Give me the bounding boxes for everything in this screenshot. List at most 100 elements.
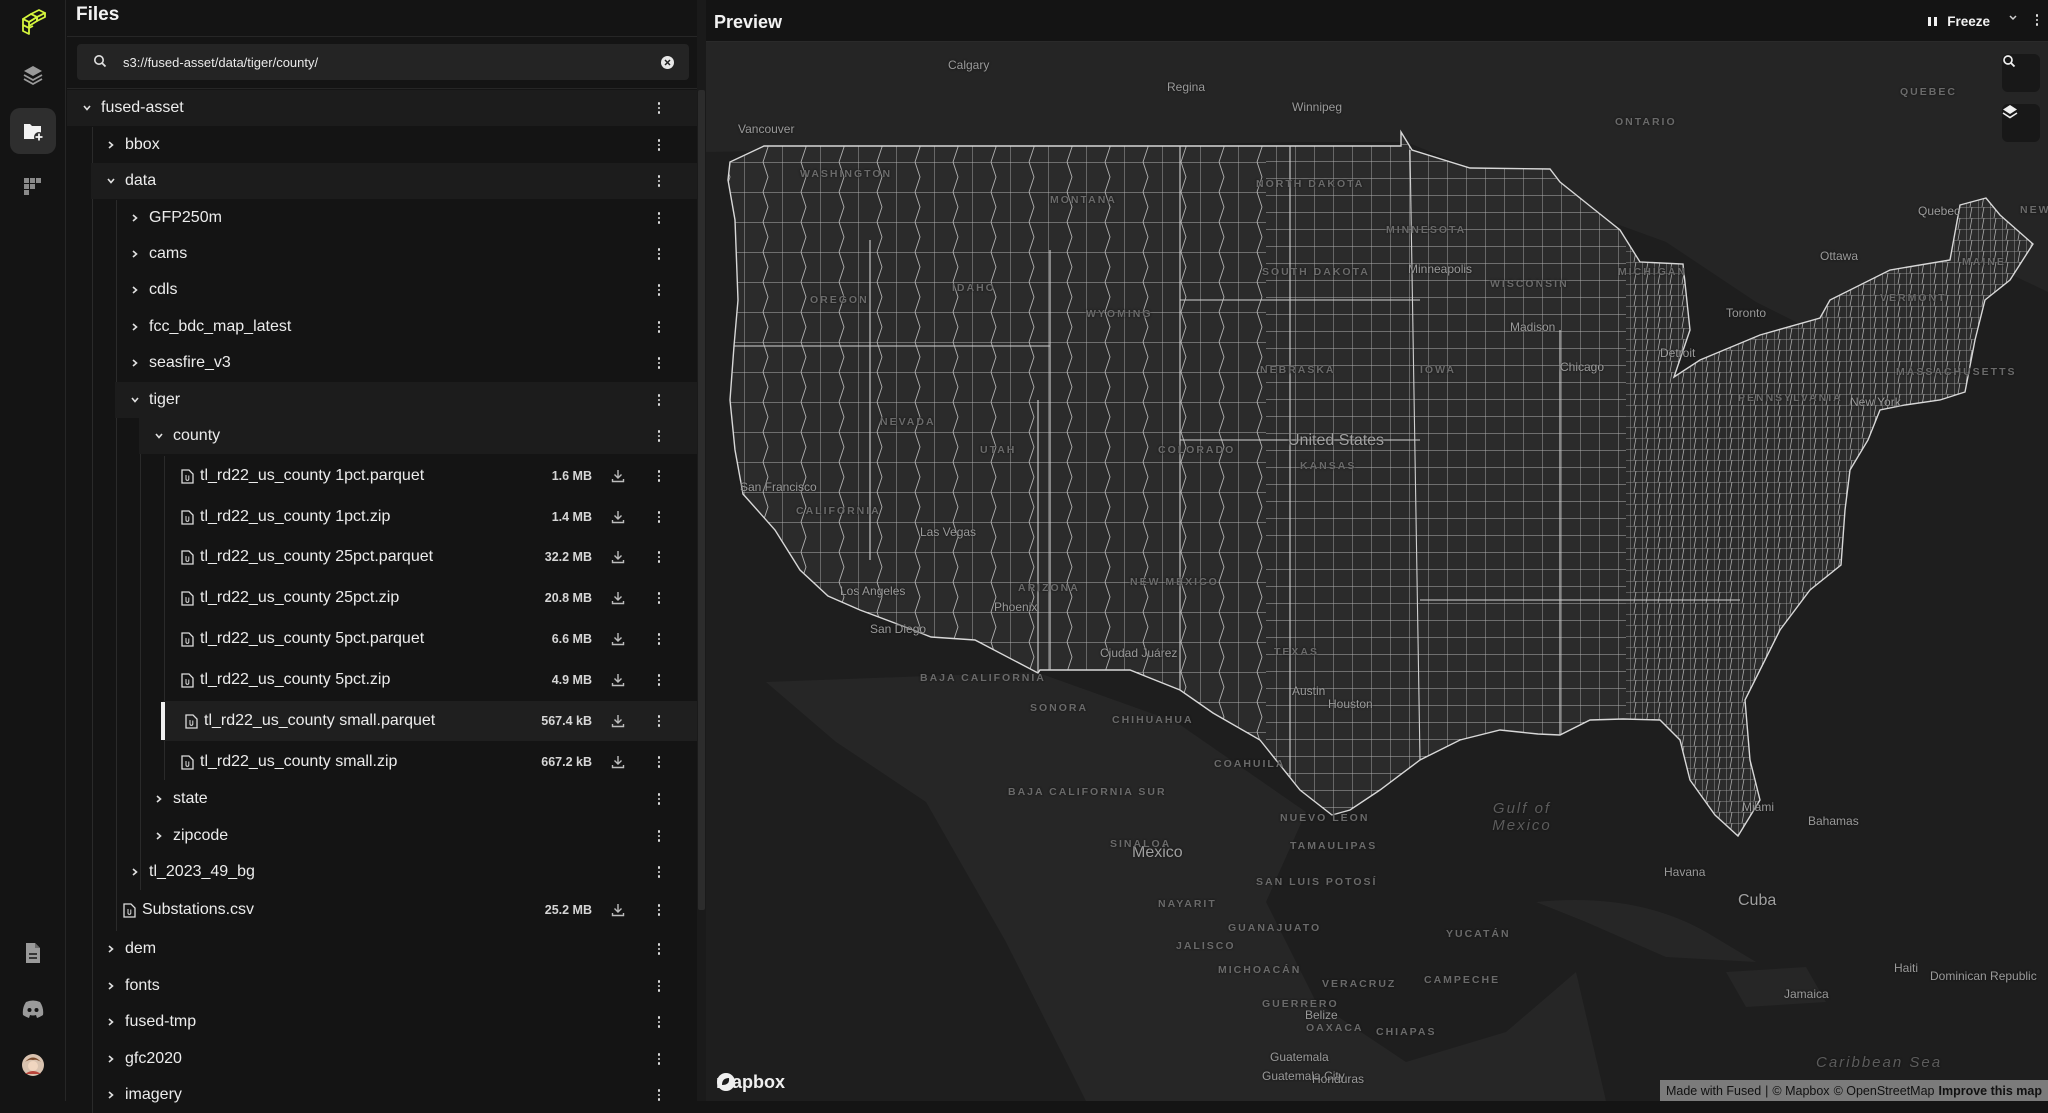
download-icon[interactable] [611,550,625,569]
row-menu-button[interactable] [651,355,667,371]
file-row[interactable]: tl_rd22_us_county small.parquet 567.4 kB [67,701,697,741]
folder-row[interactable]: dem [67,931,697,967]
rail-discord-button[interactable] [10,986,56,1032]
download-icon[interactable] [611,755,625,774]
row-menu-button[interactable] [651,173,667,189]
folder-row[interactable]: fused-tmp [67,1004,697,1040]
chevron-right-icon[interactable] [105,1053,117,1065]
folder-row[interactable]: cdls [67,272,697,308]
improve-map-link[interactable]: Improve this map [1939,1084,2043,1098]
rail-files-button[interactable] [10,108,56,154]
row-menu-button[interactable] [651,631,667,647]
attribution-osm[interactable]: © OpenStreetMap [1834,1084,1935,1098]
row-menu-button[interactable] [651,549,667,565]
chevron-right-icon[interactable] [105,980,117,992]
attribution-made-with[interactable]: Made with Fused [1666,1084,1761,1098]
chevron-right-icon[interactable] [105,139,117,151]
folder-row[interactable]: zipcode [67,818,697,854]
chevron-right-icon[interactable] [153,793,165,805]
folder-row[interactable]: gfc2020 [67,1041,697,1077]
map-canvas[interactable]: Calgary Regina Winnipeg Vancouver Ottawa Toro… [706,42,2048,1101]
row-menu-button[interactable] [651,137,667,153]
scrollbar-thumb[interactable] [698,90,705,910]
folder-row[interactable]: county [67,418,697,454]
row-menu-button[interactable] [651,1014,667,1030]
profile-button[interactable] [10,1042,56,1088]
folder-row[interactable]: tiger [67,382,697,418]
folder-row[interactable]: fcc_bdc_map_latest [67,309,697,345]
row-menu-button[interactable] [651,978,667,994]
map-layers-button[interactable] [2002,104,2040,142]
row-menu-button[interactable] [651,672,667,688]
freeze-button[interactable]: Freeze [1928,10,1990,32]
file-row[interactable]: tl_rd22_us_county 1pct.zip 1.4 MB [67,497,697,537]
row-menu-button[interactable] [651,902,667,918]
chevron-down-icon[interactable] [81,102,93,114]
path-search-input[interactable] [123,44,623,80]
row-menu-button[interactable] [651,282,667,298]
folder-row[interactable]: GFP250m [67,200,697,236]
chevron-down-icon[interactable] [153,430,165,442]
row-menu-button[interactable] [651,713,667,729]
chevron-right-icon[interactable] [129,321,141,333]
chevron-down-icon[interactable] [105,175,117,187]
download-icon[interactable] [611,632,625,651]
attribution-mapbox[interactable]: © Mapbox [1772,1084,1829,1098]
file-row[interactable]: tl_rd22_us_county 1pct.parquet 1.6 MB [67,456,697,496]
chevron-right-icon[interactable] [129,212,141,224]
row-menu-button[interactable] [651,428,667,444]
clear-search-button[interactable] [661,56,674,69]
file-row[interactable]: Substations.csv 25.2 MB [67,892,697,928]
chevron-right-icon[interactable] [129,284,141,296]
row-menu-button[interactable] [651,590,667,606]
more-options-button[interactable] [2035,14,2038,26]
row-menu-button[interactable] [651,828,667,844]
download-icon[interactable] [611,903,625,922]
row-menu-button[interactable] [651,210,667,226]
folder-row[interactable]: fused-asset [67,90,697,126]
row-menu-button[interactable] [651,468,667,484]
file-row[interactable]: tl_rd22_us_county 5pct.zip 4.9 MB [67,660,697,700]
row-menu-button[interactable] [651,246,667,262]
chevron-right-icon[interactable] [129,866,141,878]
row-menu-button[interactable] [651,754,667,770]
row-menu-button[interactable] [651,100,667,116]
chevron-right-icon[interactable] [105,1016,117,1028]
files-scrollbar[interactable] [697,0,706,1101]
download-icon[interactable] [611,510,625,529]
download-icon[interactable] [611,714,625,733]
chevron-right-icon[interactable] [129,357,141,369]
row-menu-button[interactable] [651,864,667,880]
chevron-down-icon[interactable] [129,394,141,406]
folder-row[interactable]: fonts [67,968,697,1004]
download-icon[interactable] [611,591,625,610]
chevron-right-icon[interactable] [129,248,141,260]
folder-row[interactable]: state [67,781,697,817]
folder-row[interactable]: imagery [67,1077,697,1113]
chevron-down-icon[interactable] [2008,14,2018,22]
folder-row[interactable]: seasfire_v3 [67,345,697,381]
download-icon[interactable] [611,469,625,488]
row-menu-button[interactable] [651,392,667,408]
row-menu-button[interactable] [651,1051,667,1067]
folder-row[interactable]: cams [67,236,697,272]
row-menu-button[interactable] [651,319,667,335]
rail-layers-button[interactable] [10,52,56,98]
file-row[interactable]: tl_rd22_us_county 5pct.parquet 6.6 MB [67,619,697,659]
map-search-button[interactable] [2002,54,2040,92]
folder-row[interactable]: data [67,163,697,199]
row-menu-button[interactable] [651,791,667,807]
fused-logo[interactable] [10,2,56,48]
chevron-right-icon[interactable] [105,943,117,955]
file-row[interactable]: tl_rd22_us_county 25pct.zip 20.8 MB [67,578,697,618]
file-row[interactable]: tl_rd22_us_county small.zip 667.2 kB [67,742,697,782]
rail-docs-button[interactable] [10,930,56,976]
download-icon[interactable] [611,673,625,692]
folder-row[interactable]: bbox [67,127,697,163]
rail-udf-button[interactable] [10,164,56,210]
row-menu-button[interactable] [651,509,667,525]
chevron-right-icon[interactable] [153,830,165,842]
file-row[interactable]: tl_rd22_us_county 25pct.parquet 32.2 MB [67,537,697,577]
folder-row[interactable]: tl_2023_49_bg [67,854,697,890]
row-menu-button[interactable] [651,941,667,957]
